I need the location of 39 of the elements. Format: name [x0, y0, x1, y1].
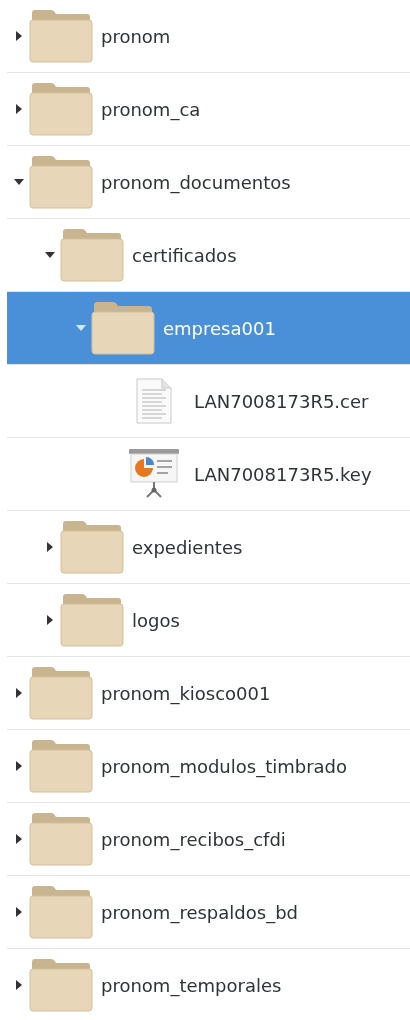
item-name: expedientes	[132, 535, 243, 560]
expand-arrow-icon[interactable]	[16, 907, 22, 917]
folder-icon	[29, 666, 93, 720]
expand-arrow-icon[interactable]	[47, 542, 53, 552]
item-name: pronom_kiosco001	[101, 681, 271, 707]
item-name: pronom_ca	[101, 97, 201, 123]
item-name: pronom_recibos_cfdi	[101, 827, 286, 853]
folder-icon	[60, 520, 124, 574]
folder-icon	[29, 155, 93, 209]
folder-icon	[60, 228, 124, 282]
expand-arrow-icon[interactable]	[16, 31, 22, 41]
expand-arrow-icon[interactable]	[16, 980, 22, 990]
folder-icon	[29, 812, 93, 866]
item-name: certificados	[132, 243, 237, 268]
item-name: pronom_respaldos_bd	[101, 900, 298, 926]
item-name: pronom_temporales	[101, 973, 282, 999]
item-name: LAN7008173R5.cer	[194, 389, 369, 414]
folder-icon	[29, 9, 93, 63]
folder-icon	[29, 739, 93, 793]
folder-icon	[29, 885, 93, 939]
item-name: empresa001	[163, 316, 276, 341]
item-name: LAN7008173R5.key	[194, 462, 372, 487]
item-name: logos	[132, 608, 180, 633]
folder-icon	[60, 593, 124, 647]
text-file-icon	[136, 378, 172, 424]
presentation-icon	[128, 448, 180, 500]
item-name: pronom_documentos	[101, 170, 291, 196]
item-name: pronom_modulos_timbrado	[101, 754, 348, 780]
collapse-arrow-icon[interactable]	[14, 179, 24, 185]
expand-arrow-icon[interactable]	[16, 104, 22, 114]
folder-icon	[91, 301, 155, 355]
item-name: pronom	[101, 24, 171, 49]
expand-arrow-icon[interactable]	[16, 761, 22, 771]
expand-arrow-icon[interactable]	[47, 615, 53, 625]
expand-arrow-icon[interactable]	[16, 688, 22, 698]
folder-icon	[29, 958, 93, 1012]
collapse-arrow-icon[interactable]	[45, 252, 55, 258]
expand-arrow-icon[interactable]	[16, 834, 22, 844]
folder-icon	[29, 82, 93, 136]
